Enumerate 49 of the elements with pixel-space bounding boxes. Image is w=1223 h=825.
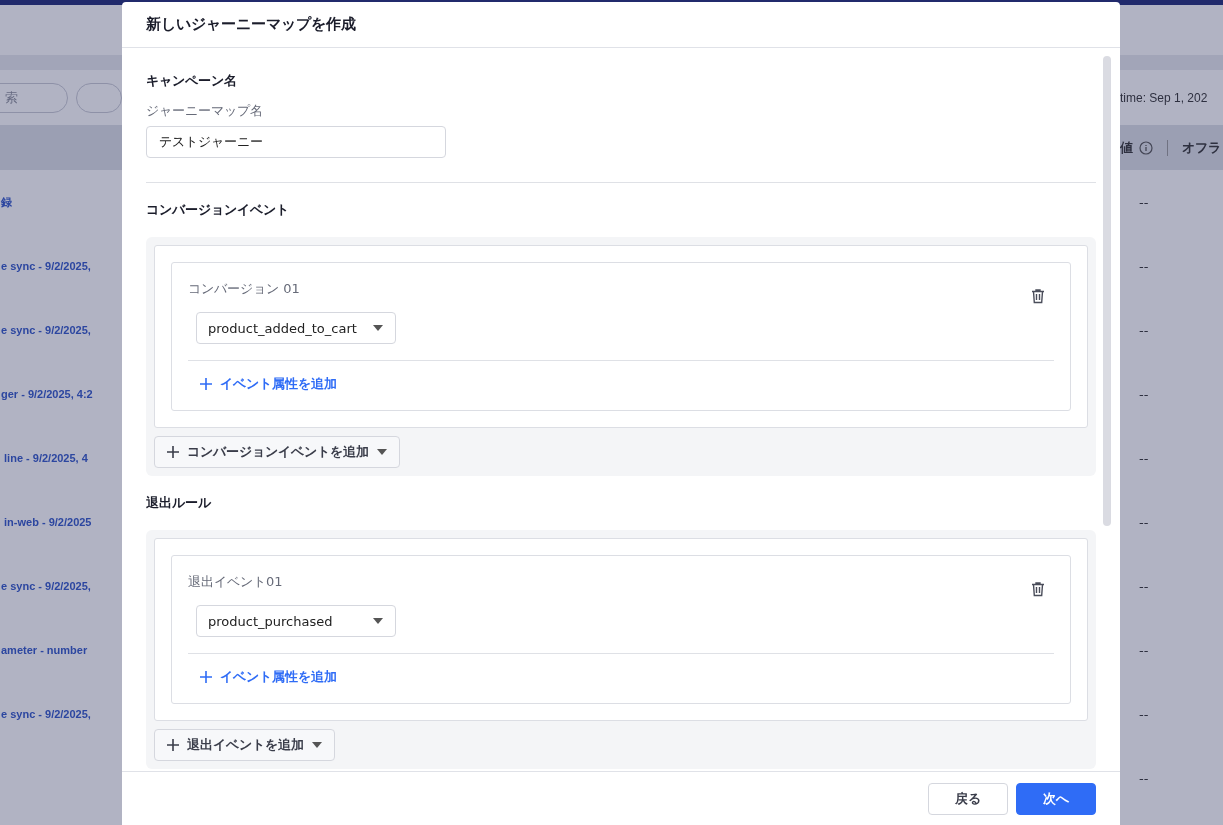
scrollbar[interactable] bbox=[1103, 56, 1111, 526]
add-event-button[interactable]: 退出イベントを追加 bbox=[154, 729, 335, 761]
row-link[interactable]: in-web - 9/2/2025 bbox=[1, 516, 92, 528]
table-cell-text: -- bbox=[1138, 642, 1150, 658]
event-select[interactable]: product_added_to_cart bbox=[196, 312, 396, 344]
table-cell-text: -- bbox=[1138, 770, 1150, 786]
add-event-button[interactable]: コンバージョンイベントを追加 bbox=[154, 436, 400, 468]
column-header: 値 bbox=[1120, 138, 1133, 157]
row-link[interactable]: ger - 9/2/2025, 4:2 bbox=[1, 388, 93, 400]
caret-icon bbox=[373, 618, 383, 624]
caret-icon bbox=[373, 325, 383, 331]
event-label: 退出イベント01 bbox=[188, 573, 283, 591]
table-cell-text: -- bbox=[1138, 194, 1150, 210]
plus-icon bbox=[167, 446, 179, 458]
plus-icon bbox=[200, 671, 212, 683]
trash-icon[interactable] bbox=[1030, 288, 1046, 304]
trash-icon[interactable] bbox=[1030, 581, 1046, 597]
row-link[interactable]: e sync - 9/2/2025, bbox=[1, 260, 91, 272]
section-heading: キャンペーン名 bbox=[146, 72, 238, 90]
add-attribute-link[interactable]: イベント属性を追加 bbox=[200, 668, 337, 686]
caret-icon bbox=[312, 742, 322, 748]
next-button[interactable]: 次へ bbox=[1016, 782, 1096, 815]
dialog-title: 新しいジャーニーマップを作成 bbox=[146, 15, 356, 34]
date-filter-text: time: Sep 1, 202 bbox=[1120, 90, 1209, 105]
plus-icon bbox=[167, 739, 179, 751]
field-label: ジャーニーマップ名 bbox=[146, 102, 264, 120]
row-link[interactable]: 録 bbox=[1, 195, 12, 208]
name-input[interactable]: テストジャーニー bbox=[146, 126, 446, 158]
event-label: コンバージョン 01 bbox=[188, 280, 300, 298]
row-link[interactable]: e sync - 9/2/2025, bbox=[1, 708, 91, 720]
table-cell-text: -- bbox=[1138, 386, 1150, 402]
caret-icon bbox=[377, 449, 387, 455]
table-cell-text: -- bbox=[1138, 578, 1150, 594]
table-cell-text: -- bbox=[1138, 258, 1150, 274]
row-link[interactable]: ameter - number bbox=[1, 644, 88, 656]
event-select[interactable]: product_purchased bbox=[196, 605, 396, 637]
back-button[interactable]: 戻る bbox=[928, 782, 1008, 815]
table-cell-text: -- bbox=[1138, 322, 1150, 338]
table-cell-text: -- bbox=[1138, 514, 1150, 530]
column-header: オフラ bbox=[1182, 138, 1221, 157]
row-link[interactable]: line - 9/2/2025, 4 bbox=[1, 452, 88, 464]
add-attribute-link[interactable]: イベント属性を追加 bbox=[200, 375, 337, 393]
row-link[interactable]: e sync - 9/2/2025, bbox=[1, 324, 91, 336]
table-cell-text: -- bbox=[1138, 706, 1150, 722]
plus-icon bbox=[200, 378, 212, 390]
table-cell-text: -- bbox=[1138, 450, 1150, 466]
row-link[interactable]: e sync - 9/2/2025, bbox=[1, 580, 91, 592]
section-heading: 退出ルール bbox=[146, 494, 212, 512]
section-heading: コンバージョンイベント bbox=[146, 201, 290, 219]
